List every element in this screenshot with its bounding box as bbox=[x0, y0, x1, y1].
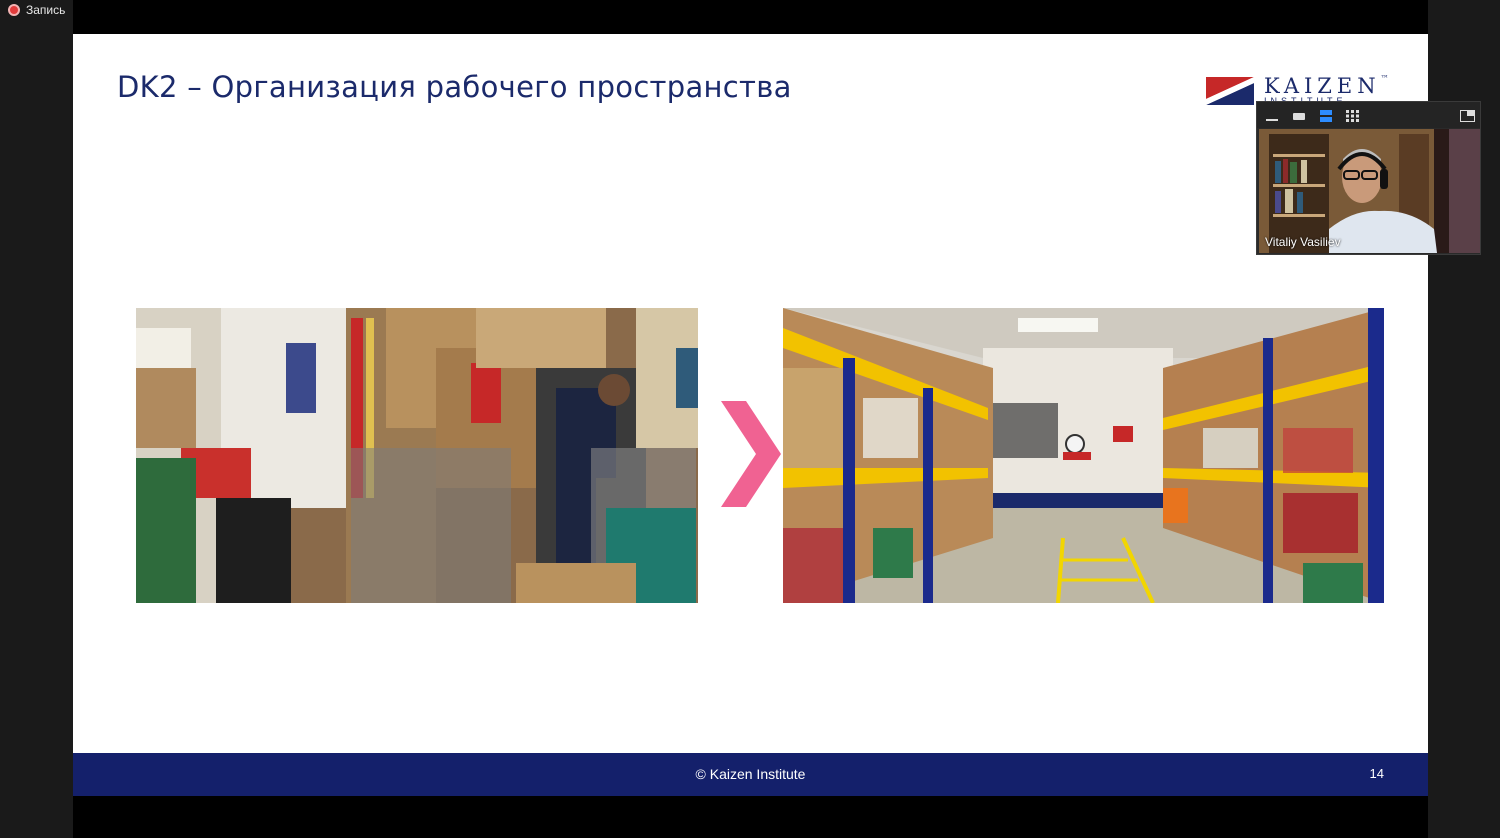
video-panel-toolbar bbox=[1257, 102, 1480, 128]
minimize-icon[interactable] bbox=[1265, 110, 1279, 122]
video-thumbnail-panel[interactable]: Vitaliy Vasiliev bbox=[1256, 101, 1481, 255]
participant-name: Vitaliy Vasiliev bbox=[1265, 235, 1341, 249]
recording-indicator[interactable]: Запись bbox=[8, 3, 65, 17]
bottom-bar bbox=[73, 796, 1428, 838]
meeting-window: Запись DK2 – Организация рабочего простр… bbox=[0, 0, 1500, 838]
slide-footer: © Kaizen Institute 14 bbox=[73, 753, 1428, 796]
top-bar bbox=[73, 0, 1428, 34]
speaker-view-icon[interactable] bbox=[1319, 110, 1333, 122]
logo-wordmark: KAIZEN™ bbox=[1264, 74, 1389, 98]
slide-page-number: 14 bbox=[1369, 766, 1384, 781]
transition-arrow-icon bbox=[721, 401, 781, 507]
participant-video-feed: Vitaliy Vasiliev bbox=[1259, 129, 1480, 253]
shared-slide: DK2 – Организация рабочего пространства … bbox=[73, 34, 1428, 796]
kaizen-logo-mark bbox=[1206, 77, 1254, 105]
footer-copyright: © Kaizen Institute bbox=[695, 766, 806, 782]
after-photo-organized-warehouse bbox=[783, 308, 1384, 603]
record-icon bbox=[8, 4, 20, 16]
stop-video-icon[interactable] bbox=[1292, 110, 1306, 122]
exit-fullscreen-icon[interactable] bbox=[1460, 110, 1475, 122]
slide-title: DK2 – Организация рабочего пространства bbox=[117, 70, 792, 104]
gallery-view-icon[interactable] bbox=[1346, 110, 1360, 122]
before-photo-cluttered-storage bbox=[136, 308, 698, 603]
recording-label: Запись bbox=[26, 3, 66, 17]
